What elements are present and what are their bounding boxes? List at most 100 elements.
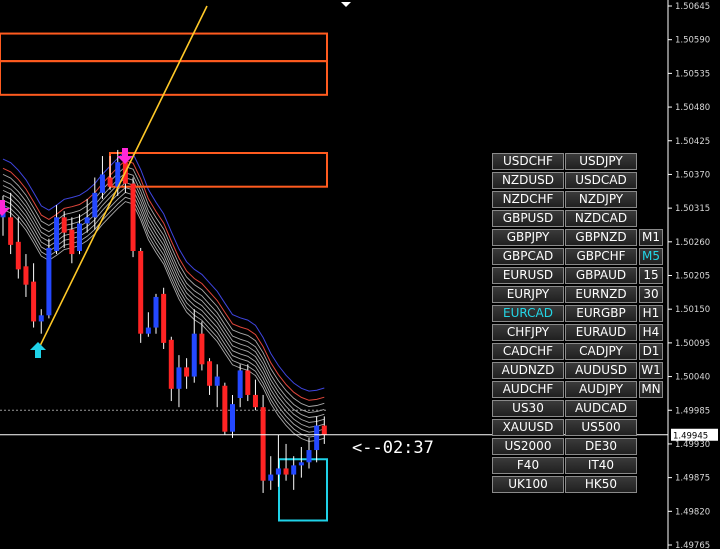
axis-tick-label: 1.49985 <box>675 406 710 416</box>
symbol-button-us500[interactable]: US500 <box>565 419 637 436</box>
candle-body <box>214 376 220 386</box>
axis-tick-label: 1.49875 <box>675 474 710 484</box>
symbol-button-nzdcad[interactable]: NZDCAD <box>565 210 637 227</box>
candle-body <box>275 468 281 475</box>
axis-tick-label: 1.50425 <box>675 137 710 147</box>
candle-body <box>99 174 105 193</box>
symbol-button-cadchf[interactable]: CADCHF <box>492 343 564 360</box>
candle-body <box>314 425 320 451</box>
candle-body <box>199 333 205 365</box>
timeframe-button-h1[interactable]: H1 <box>639 305 663 322</box>
symbol-button-usdchf[interactable]: USDCHF <box>492 153 564 170</box>
symbol-button-uk100[interactable]: UK100 <box>492 476 564 493</box>
current-price-label: 1.49945 <box>673 431 708 441</box>
symbol-button-audchf[interactable]: AUDCHF <box>492 381 564 398</box>
axis-tick-label: 1.50205 <box>675 272 710 282</box>
candle-body <box>184 367 190 377</box>
axis-tick-label: 1.50370 <box>675 170 710 180</box>
axis-tick-label: 1.49930 <box>675 440 710 450</box>
timeframe-button-30[interactable]: 30 <box>639 286 663 303</box>
symbol-button-audjpy[interactable]: AUDJPY <box>565 381 637 398</box>
timeframe-button-m5[interactable]: M5 <box>639 248 663 265</box>
symbol-button-eurjpy[interactable]: EURJPY <box>492 286 564 303</box>
axis-tick-label: 1.50480 <box>675 103 710 113</box>
candle-body <box>161 293 167 343</box>
symbol-button-gbpjpy[interactable]: GBPJPY <box>492 229 564 246</box>
symbol-button-eurgbp[interactable]: EURGBP <box>565 305 637 322</box>
symbol-button-nzdchf[interactable]: NZDCHF <box>492 191 564 208</box>
axis-tick-label: 1.49820 <box>675 507 710 517</box>
candle-body <box>38 315 44 322</box>
candle-body <box>298 462 304 466</box>
candle-body <box>61 217 67 233</box>
candle-body <box>168 339 174 389</box>
symbol-button-euraud[interactable]: EURAUD <box>565 324 637 341</box>
candle-body <box>321 425 327 435</box>
candle-body <box>260 407 266 481</box>
symbol-button-audusd[interactable]: AUDUSD <box>565 362 637 379</box>
candle-body <box>23 266 29 285</box>
candle-body <box>252 394 258 408</box>
symbol-button-it40[interactable]: IT40 <box>565 457 637 474</box>
candle-body <box>31 281 37 322</box>
symbol-button-de30[interactable]: DE30 <box>565 438 637 455</box>
timeframe-button-15[interactable]: 15 <box>639 267 663 284</box>
symbol-button-audnzd[interactable]: AUDNZD <box>492 362 564 379</box>
symbol-button-us2000[interactable]: US2000 <box>492 438 564 455</box>
candle-body <box>283 468 289 475</box>
timeframe-button-d1[interactable]: D1 <box>639 343 663 360</box>
axis-tick-label: 1.50150 <box>675 305 710 315</box>
candle-body <box>138 251 144 334</box>
axis-tick-label: 1.50590 <box>675 36 710 46</box>
symbol-button-gbpnzd[interactable]: GBPNZD <box>565 229 637 246</box>
symbol-button-us30[interactable]: US30 <box>492 400 564 417</box>
symbol-button-gbpaud[interactable]: GBPAUD <box>565 267 637 284</box>
candle-body <box>92 192 98 218</box>
symbol-button-eurnzd[interactable]: EURNZD <box>565 286 637 303</box>
timeframe-button-mn[interactable]: MN <box>639 381 663 398</box>
candle-body <box>245 370 251 395</box>
candle-body <box>306 450 312 463</box>
axis-tick-label: 1.50535 <box>675 69 710 79</box>
symbol-button-nzdjpy[interactable]: NZDJPY <box>565 191 637 208</box>
candle-body <box>46 247 52 316</box>
symbol-button-nzdusd[interactable]: NZDUSD <box>492 172 564 189</box>
candle-body <box>191 333 197 377</box>
axis-tick-label: 1.50645 <box>675 2 710 12</box>
symbol-button-xauusd[interactable]: XAUUSD <box>492 419 564 436</box>
symbol-button-usdcad[interactable]: USDCAD <box>565 172 637 189</box>
timeframe-button-h4[interactable]: H4 <box>639 324 663 341</box>
symbol-button-chfjpy[interactable]: CHFJPY <box>492 324 564 341</box>
axis-tick-label: 1.50040 <box>675 373 710 383</box>
axis-tick-label: 1.50095 <box>675 339 710 349</box>
symbol-button-usdjpy[interactable]: USDJPY <box>565 153 637 170</box>
candle-body <box>268 474 274 481</box>
timeframe-button-m1[interactable]: M1 <box>639 229 663 246</box>
candle-countdown: <--02:37 <box>352 438 434 458</box>
symbol-button-eurcad[interactable]: EURCAD <box>492 305 564 322</box>
axis-tick-label: 1.49765 <box>675 541 710 549</box>
axis-tick-label: 1.50315 <box>675 204 710 214</box>
candle-body <box>153 296 159 328</box>
symbol-button-hk50[interactable]: HK50 <box>565 476 637 493</box>
symbol-button-audcad[interactable]: AUDCAD <box>565 400 637 417</box>
candle-body <box>69 229 75 255</box>
symbol-button-gbpusd[interactable]: GBPUSD <box>492 210 564 227</box>
candle-body <box>107 177 113 187</box>
candle-body <box>15 241 21 270</box>
candle-body <box>145 327 151 334</box>
candle-body <box>222 385 228 432</box>
candle-body <box>130 183 136 251</box>
candle-body <box>207 361 213 386</box>
candle-body <box>77 223 82 251</box>
timeframe-button-w1[interactable]: W1 <box>639 362 663 379</box>
symbol-button-gbpcad[interactable]: GBPCAD <box>492 248 564 265</box>
symbol-button-cadjpy[interactable]: CADJPY <box>565 343 637 360</box>
candle-body <box>84 217 90 224</box>
symbol-button-eurusd[interactable]: EURUSD <box>492 267 564 284</box>
candle-body <box>8 217 14 245</box>
symbol-button-gbpchf[interactable]: GBPCHF <box>565 248 637 265</box>
axis-tick-label: 1.50260 <box>675 238 710 248</box>
candle-body <box>291 465 297 475</box>
symbol-button-f40[interactable]: F40 <box>492 457 564 474</box>
